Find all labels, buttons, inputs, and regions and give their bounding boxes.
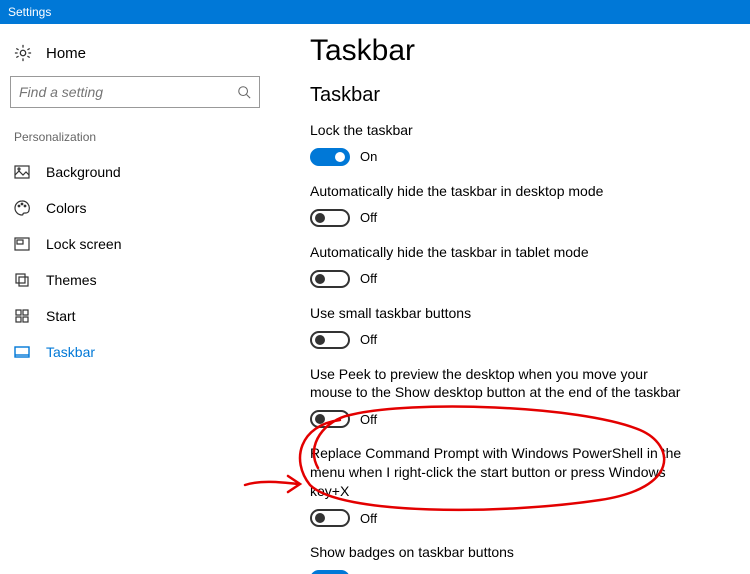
sidebar-item-label: Taskbar [46, 344, 95, 360]
setting-label: Automatically hide the taskbar in deskto… [310, 182, 690, 201]
setting-label: Automatically hide the taskbar in tablet… [310, 243, 690, 262]
toggle-autohide-desktop[interactable] [310, 209, 350, 227]
setting-label: Use small taskbar buttons [310, 304, 690, 323]
toggle-state: Off [360, 271, 377, 286]
home-button[interactable]: Home [10, 38, 260, 76]
themes-icon [14, 272, 30, 288]
toggle-state: Off [360, 511, 377, 526]
setting-label: Use Peek to preview the desktop when you… [310, 365, 690, 403]
sidebar-item-label: Themes [46, 272, 97, 288]
toggle-state: Off [360, 210, 377, 225]
sidebar-item-label: Lock screen [46, 236, 121, 252]
taskbar-icon [14, 344, 30, 360]
toggle-badges[interactable] [310, 570, 350, 574]
sidebar-item-label: Background [46, 164, 121, 180]
setting-autohide-tablet: Automatically hide the taskbar in tablet… [310, 243, 730, 288]
search-icon [237, 85, 251, 99]
sidebar-item-start[interactable]: Start [10, 298, 260, 334]
setting-label: Lock the taskbar [310, 121, 690, 140]
setting-small-buttons: Use small taskbar buttons Off [310, 304, 730, 349]
sidebar-item-themes[interactable]: Themes [10, 262, 260, 298]
sidebar-item-colors[interactable]: Colors [10, 190, 260, 226]
toggle-lock-taskbar[interactable] [310, 148, 350, 166]
main-content: Taskbar Taskbar Lock the taskbar On Auto… [270, 24, 750, 574]
toggle-autohide-tablet[interactable] [310, 270, 350, 288]
category-label: Personalization [10, 130, 260, 154]
window-titlebar: Settings [0, 0, 750, 24]
sidebar-item-taskbar[interactable]: Taskbar [10, 334, 260, 370]
setting-badges: Show badges on taskbar buttons On [310, 543, 730, 574]
setting-label: Show badges on taskbar buttons [310, 543, 690, 562]
window-title: Settings [8, 5, 51, 19]
setting-peek: Use Peek to preview the desktop when you… [310, 365, 730, 429]
start-icon [14, 308, 30, 324]
toggle-state: On [360, 149, 377, 164]
sidebar-item-label: Start [46, 308, 76, 324]
search-box[interactable] [10, 76, 260, 108]
sidebar-item-background[interactable]: Background [10, 154, 260, 190]
home-label: Home [46, 45, 86, 62]
setting-lock-taskbar: Lock the taskbar On [310, 121, 730, 166]
setting-label: Replace Command Prompt with Windows Powe… [310, 444, 690, 501]
toggle-state: Off [360, 412, 377, 427]
toggle-powershell[interactable] [310, 509, 350, 527]
page-title: Taskbar [310, 34, 730, 68]
toggle-small-buttons[interactable] [310, 331, 350, 349]
search-input[interactable] [19, 84, 237, 100]
palette-icon [14, 200, 30, 216]
sidebar-item-label: Colors [46, 200, 86, 216]
setting-powershell: Replace Command Prompt with Windows Powe… [310, 444, 730, 527]
section-title: Taskbar [310, 84, 730, 107]
setting-autohide-desktop: Automatically hide the taskbar in deskto… [310, 182, 730, 227]
sidebar: Home Personalization Background Colors L… [0, 24, 270, 574]
lockscreen-icon [14, 236, 30, 252]
sidebar-item-lockscreen[interactable]: Lock screen [10, 226, 260, 262]
gear-icon [14, 44, 32, 62]
picture-icon [14, 164, 30, 180]
toggle-state: Off [360, 332, 377, 347]
toggle-peek[interactable] [310, 410, 350, 428]
